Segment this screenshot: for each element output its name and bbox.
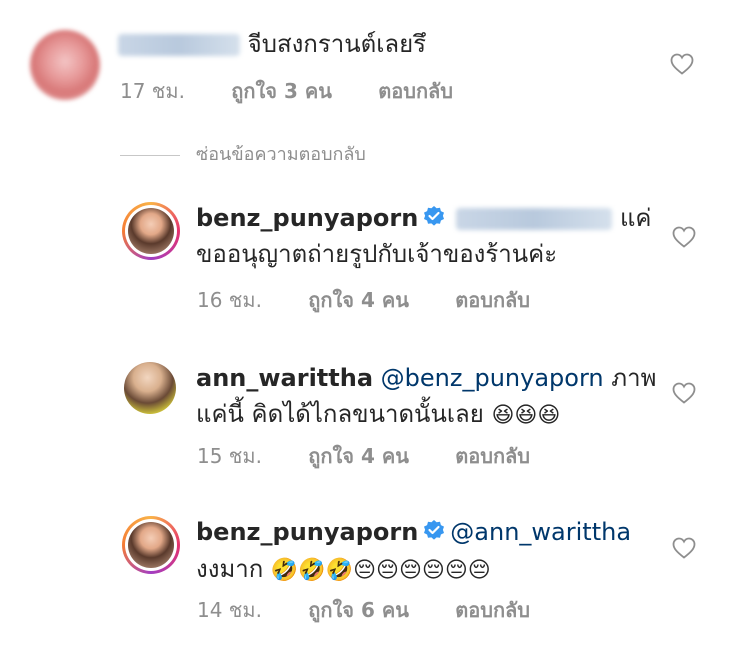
comment-text-2: ขออนุญาตถ่ายรูปกับเจ้าของร้านค่ะ — [196, 240, 558, 268]
heart-outline-icon[interactable] — [670, 53, 694, 75]
verified-badge-icon — [424, 520, 445, 540]
comment-meta: 16 ชม. ถูกใจ 4 คน ตอบกลับ — [197, 287, 570, 313]
heart-outline-icon[interactable] — [672, 226, 696, 248]
avatar-photo — [128, 522, 174, 568]
comment-meta: 15 ชม. ถูกใจ 4 คน ตอบกลับ — [197, 443, 570, 469]
mention-redacted[interactable] — [456, 208, 613, 230]
hide-replies-label: ซ่อนข้อความตอบกลับ — [196, 144, 366, 165]
timestamp: 16 ชม. — [197, 288, 262, 312]
comment-text-2: แค่นี้ คิดได้ไกลขนาดนั้นเลย — [196, 400, 484, 428]
username[interactable]: benz_punyaporn — [196, 204, 418, 232]
username[interactable]: benz_punyaporn — [196, 518, 418, 546]
username-redacted[interactable] — [118, 34, 240, 56]
mention-link[interactable]: @benz_punyaporn — [381, 364, 604, 392]
avatar[interactable] — [122, 516, 180, 574]
reply-button[interactable]: ตอบกลับ — [455, 288, 530, 312]
likes-count[interactable]: ถูกใจ 3 คน — [231, 79, 332, 103]
avatar[interactable] — [124, 362, 176, 414]
comment-meta: 17 ชม. ถูกใจ 3 คน ตอบกลับ — [120, 78, 493, 104]
timestamp: 14 ชม. — [197, 598, 262, 622]
mention-link[interactable]: @ann_warittha — [450, 518, 631, 546]
likes-count[interactable]: ถูกใจ 4 คน — [308, 444, 409, 468]
comment-text-1: ภาพ — [611, 364, 657, 392]
verified-badge-icon — [424, 206, 445, 226]
comment-text-1: แค่ — [619, 204, 652, 232]
likes-count[interactable]: ถูกใจ 6 คน — [308, 598, 409, 622]
divider — [120, 154, 180, 156]
comment-line-1: benz_punyaporn @ann_warittha — [196, 516, 631, 548]
avatar[interactable] — [30, 30, 100, 100]
comment-text: จีบสงกรานต์เลยรึ — [247, 30, 427, 58]
comment-line-2: แค่นี้ คิดได้ไกลขนาดนั้นเลย 😆😆😆 — [196, 398, 560, 432]
comment-line-1: benz_punyaporn แค่ — [196, 202, 651, 234]
avatar[interactable] — [122, 202, 180, 260]
hide-replies-button[interactable]: ซ่อนข้อความตอบกลับ — [120, 140, 366, 170]
username[interactable]: ann_warittha — [196, 364, 373, 392]
avatar-photo — [128, 208, 174, 254]
reply-button[interactable]: ตอบกลับ — [455, 444, 530, 468]
heart-outline-icon[interactable] — [672, 382, 696, 404]
reply-button[interactable]: ตอบกลับ — [455, 598, 530, 622]
comment-line-2: งงมาก 🤣🤣🤣😔😔😔😔😔😔 — [196, 553, 491, 587]
comment-line-2: ขออนุญาตถ่ายรูปกับเจ้าของร้านค่ะ — [196, 238, 557, 270]
comment-body: จีบสงกรานต์เลยรึ — [118, 28, 426, 60]
timestamp: 15 ชม. — [197, 444, 262, 468]
heart-outline-icon[interactable] — [672, 537, 696, 559]
timestamp: 17 ชม. — [120, 79, 185, 103]
likes-count[interactable]: ถูกใจ 4 คน — [308, 288, 409, 312]
emoji-group: 🤣🤣🤣😔😔😔😔😔😔 — [270, 558, 491, 583]
reply-button[interactable]: ตอบกลับ — [378, 79, 453, 103]
comment-line-1: ann_warittha @benz_punyaporn ภาพ — [196, 362, 656, 394]
emoji-group: 😆😆😆 — [491, 403, 561, 428]
comment-text-2: งงมาก — [196, 555, 264, 583]
comment-meta: 14 ชม. ถูกใจ 6 คน ตอบกลับ — [197, 597, 570, 623]
